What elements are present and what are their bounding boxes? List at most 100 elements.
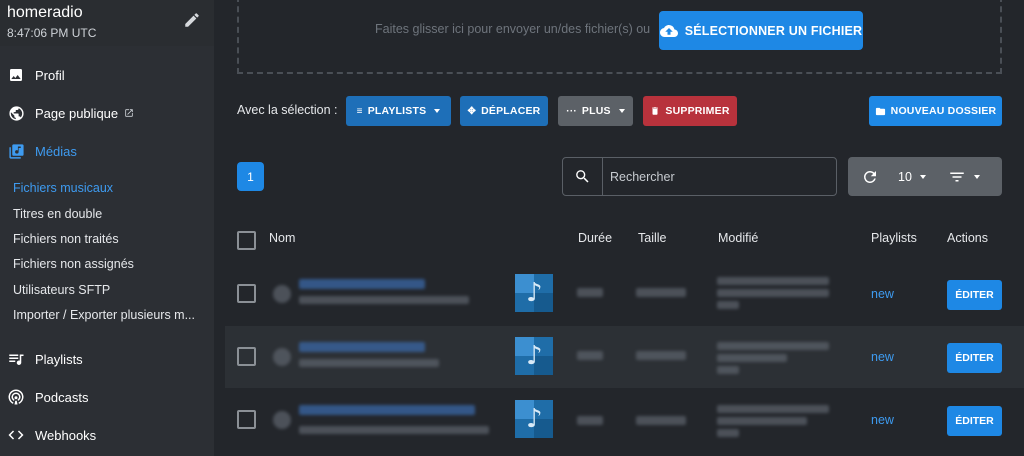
- playlists-button[interactable]: ≡ PLAYLISTS: [346, 96, 451, 126]
- album-art-thumbnail[interactable]: ♪: [515, 274, 553, 312]
- playlist-link[interactable]: new: [871, 413, 894, 427]
- play-button[interactable]: [273, 411, 291, 429]
- globe-icon: [7, 104, 25, 122]
- column-header-actions: Actions: [947, 231, 988, 245]
- list-icon: ≡: [356, 105, 363, 117]
- duration-redacted: [577, 288, 603, 297]
- modified-redacted: [717, 289, 829, 297]
- select-file-label: SÉLECTIONNER UN FICHIER: [684, 23, 863, 38]
- play-button[interactable]: [273, 348, 291, 366]
- sidebar: homeradio 8:47:06 PM UTC Profil Page pub…: [0, 0, 214, 456]
- table-row: ♪ new ÉDITER: [225, 389, 1024, 451]
- station-name: homeradio: [7, 4, 83, 21]
- modified-redacted: [717, 342, 829, 350]
- sidebar-item-label: Webhooks: [35, 427, 97, 443]
- album-art-thumbnail[interactable]: ♪: [515, 400, 553, 438]
- queue-music-icon: [7, 350, 25, 368]
- music-note-icon: ♪: [526, 278, 543, 308]
- sidebar-subitem-utilisateurs-sftp[interactable]: Utilisateurs SFTP: [13, 283, 110, 297]
- modified-redacted: [717, 366, 739, 374]
- new-folder-button[interactable]: NOUVEAU DOSSIER: [869, 96, 1002, 126]
- move-label: DÉPLACER: [481, 105, 541, 117]
- cloud-upload-icon: [659, 24, 678, 37]
- modified-redacted: [717, 277, 829, 285]
- column-header-name[interactable]: Nom: [269, 231, 295, 245]
- sidebar-item-medias[interactable]: Médias: [0, 136, 214, 166]
- music-library-icon: [7, 142, 25, 160]
- sidebar-item-playlists[interactable]: Playlists: [0, 344, 214, 374]
- sidebar-item-label: Profil: [35, 67, 65, 83]
- table-row: ♪ new ÉDITER: [225, 326, 1024, 388]
- filter-columns-button[interactable]: [948, 168, 980, 186]
- sidebar-subitem-fichiers-musicaux[interactable]: Fichiers musicaux: [13, 181, 113, 195]
- edit-button[interactable]: ÉDITER: [947, 343, 1002, 373]
- upload-hint: Faites glisser ici pour envoyer un/des f…: [375, 22, 651, 36]
- station-time: 8:47:06 PM UTC: [7, 26, 97, 40]
- caret-down-icon: [973, 174, 980, 179]
- row-checkbox[interactable]: [237, 284, 256, 303]
- sidebar-subitem-importer-exporter[interactable]: Importer / Exporter plusieurs m...: [13, 308, 195, 322]
- sidebar-subitem-fichiers-non-traites[interactable]: Fichiers non traités: [13, 232, 119, 246]
- playlist-link[interactable]: new: [871, 287, 894, 301]
- sidebar-item-label: Playlists: [35, 351, 83, 367]
- size-redacted: [636, 416, 686, 425]
- duration-redacted: [577, 351, 603, 360]
- sidebar-item-label: Podcasts: [35, 389, 89, 405]
- caret-down-icon: [618, 109, 625, 113]
- code-icon: [7, 426, 25, 444]
- per-page-value: 10: [898, 169, 912, 184]
- per-page-select[interactable]: 10: [898, 170, 926, 184]
- file-title-redacted[interactable]: [299, 279, 425, 289]
- sidebar-subitem-fichiers-non-assignes[interactable]: Fichiers non assignés: [13, 257, 134, 271]
- row-checkbox[interactable]: [237, 410, 256, 429]
- playlists-label: PLAYLISTS: [367, 105, 427, 117]
- modified-redacted: [717, 405, 829, 413]
- more-button[interactable]: ··· PLUS: [558, 96, 633, 126]
- sidebar-item-podcasts[interactable]: Podcasts: [0, 382, 214, 412]
- delete-label: SUPPRIMER: [665, 105, 730, 117]
- refresh-icon[interactable]: [861, 168, 879, 186]
- playlist-link[interactable]: new: [871, 350, 894, 364]
- column-header-size[interactable]: Taille: [638, 231, 667, 245]
- modified-redacted: [717, 417, 807, 425]
- search-input[interactable]: [610, 169, 830, 184]
- music-note-icon: ♪: [526, 341, 543, 371]
- sidebar-item-label: Médias: [35, 143, 77, 159]
- move-button[interactable]: ✥ DÉPLACER: [460, 96, 548, 126]
- page-button-current[interactable]: 1: [237, 162, 264, 191]
- caret-down-icon: [919, 174, 926, 179]
- sidebar-item-page-publique[interactable]: Page publique: [0, 98, 214, 128]
- sidebar-item-webhooks[interactable]: Webhooks: [0, 420, 214, 450]
- column-header-duration[interactable]: Durée: [578, 231, 612, 245]
- music-note-icon: ♪: [526, 404, 543, 434]
- upload-dropzone[interactable]: [237, 0, 1002, 74]
- search-icon: [563, 158, 603, 195]
- column-header-modified[interactable]: Modifié: [718, 231, 758, 245]
- table-controls: 10: [848, 157, 1002, 196]
- modified-redacted: [717, 429, 739, 437]
- search-box: [562, 157, 837, 196]
- play-button[interactable]: [273, 285, 291, 303]
- image-icon: [7, 66, 25, 84]
- sidebar-item-profil[interactable]: Profil: [0, 60, 214, 90]
- pencil-icon[interactable]: [183, 11, 201, 29]
- file-title-redacted[interactable]: [299, 405, 475, 415]
- new-folder-label: NOUVEAU DOSSIER: [890, 105, 997, 117]
- file-title-redacted[interactable]: [299, 342, 425, 352]
- row-checkbox[interactable]: [237, 347, 256, 366]
- file-path-redacted: [299, 296, 469, 304]
- duration-redacted: [577, 416, 603, 425]
- edit-button[interactable]: ÉDITER: [947, 406, 1002, 436]
- delete-button[interactable]: SUPPRIMER: [643, 96, 737, 126]
- size-redacted: [636, 351, 686, 360]
- selection-label: Avec la sélection :: [237, 103, 338, 117]
- table-row: ♪ new ÉDITER: [225, 263, 1024, 325]
- select-all-checkbox[interactable]: [237, 231, 256, 250]
- modified-redacted: [717, 354, 787, 362]
- external-link-icon: [125, 109, 133, 117]
- album-art-thumbnail[interactable]: ♪: [515, 337, 553, 375]
- column-header-playlists: Playlists: [871, 231, 917, 245]
- sidebar-subitem-titres-en-double[interactable]: Titres en double: [13, 207, 102, 221]
- edit-button[interactable]: ÉDITER: [947, 280, 1002, 310]
- select-file-button[interactable]: SÉLECTIONNER UN FICHIER: [659, 11, 863, 50]
